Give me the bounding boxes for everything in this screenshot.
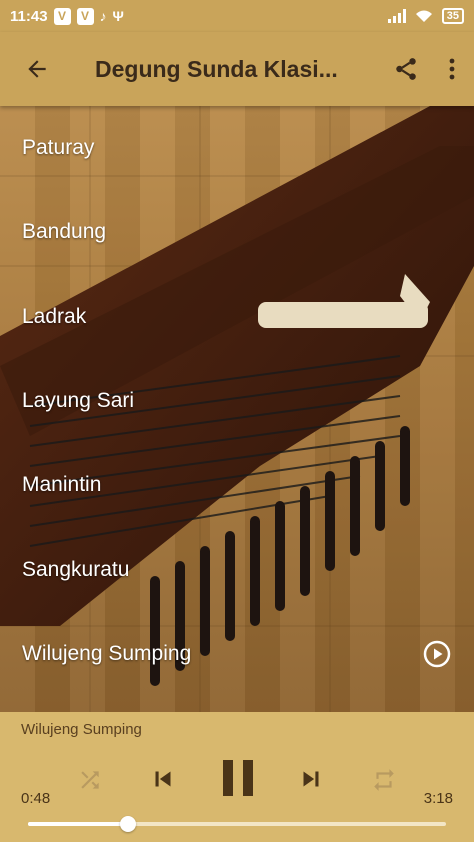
app-bar: Degung Sunda Klasi... — [0, 32, 474, 106]
status-bar: 11:43 V V ♪ Ψ 35 — [0, 0, 474, 32]
current-time: 0:48 — [21, 790, 51, 807]
track-title: Ladrak — [22, 304, 87, 328]
track-title: Paturay — [22, 136, 95, 160]
share-icon — [396, 58, 416, 80]
music-note-icon: ♪ — [99, 8, 107, 24]
seek-bar[interactable] — [28, 816, 446, 832]
repeat-button[interactable] — [368, 764, 400, 796]
page-title: Degung Sunda Klasi... — [95, 55, 338, 82]
skip-previous-icon — [155, 771, 171, 787]
next-button[interactable] — [294, 762, 328, 796]
play-circle-icon[interactable] — [422, 639, 452, 669]
list-item[interactable]: Bandung — [0, 190, 474, 274]
total-time: 3:18 — [423, 790, 453, 807]
more-vert-icon — [449, 58, 455, 80]
pause-button[interactable] — [218, 756, 258, 800]
usb-icon: Ψ — [112, 8, 124, 24]
more-options-button[interactable] — [434, 43, 470, 95]
previous-button[interactable] — [146, 762, 180, 796]
track-title: Sangkuratu — [22, 557, 130, 581]
list-item[interactable]: Wilujeng Sumping — [0, 612, 474, 696]
wifi-icon — [415, 10, 432, 22]
track-title: Bandung — [22, 220, 107, 244]
track-title: Wilujeng Sumping — [22, 641, 192, 665]
pause-icon — [223, 760, 253, 796]
v-badge-icon: V — [76, 7, 94, 25]
back-arrow-icon — [28, 60, 46, 78]
repeat-icon — [374, 769, 394, 791]
list-item[interactable]: Manintin — [0, 443, 474, 527]
track-title: Manintin — [22, 473, 102, 497]
status-time: 11:43 — [10, 7, 48, 25]
seek-progress — [28, 822, 129, 826]
list-item[interactable]: Sangkuratu — [0, 527, 474, 611]
list-item[interactable]: Ladrak — [0, 275, 474, 359]
back-button[interactable] — [11, 43, 63, 95]
list-item[interactable]: Paturay — [0, 106, 474, 190]
seek-thumb[interactable] — [120, 816, 137, 832]
list-item[interactable]: Layung Sari — [0, 359, 474, 443]
track-title: Layung Sari — [22, 389, 135, 413]
share-button[interactable] — [380, 43, 432, 95]
player-controls — [0, 754, 474, 814]
shuffle-button[interactable] — [74, 764, 106, 796]
skip-next-icon — [303, 771, 319, 787]
shuffle-icon — [81, 771, 99, 789]
track-list: Paturay Bandung Ladrak Layung Sari Manin… — [0, 106, 474, 696]
battery-icon: 35 — [441, 8, 464, 24]
signal-icon — [387, 9, 406, 23]
media-player: Wilujeng Sumping 0:48 3:18 — [0, 712, 474, 842]
now-playing-title: Wilujeng Sumping — [21, 721, 142, 738]
v-badge-icon: V — [53, 7, 71, 25]
